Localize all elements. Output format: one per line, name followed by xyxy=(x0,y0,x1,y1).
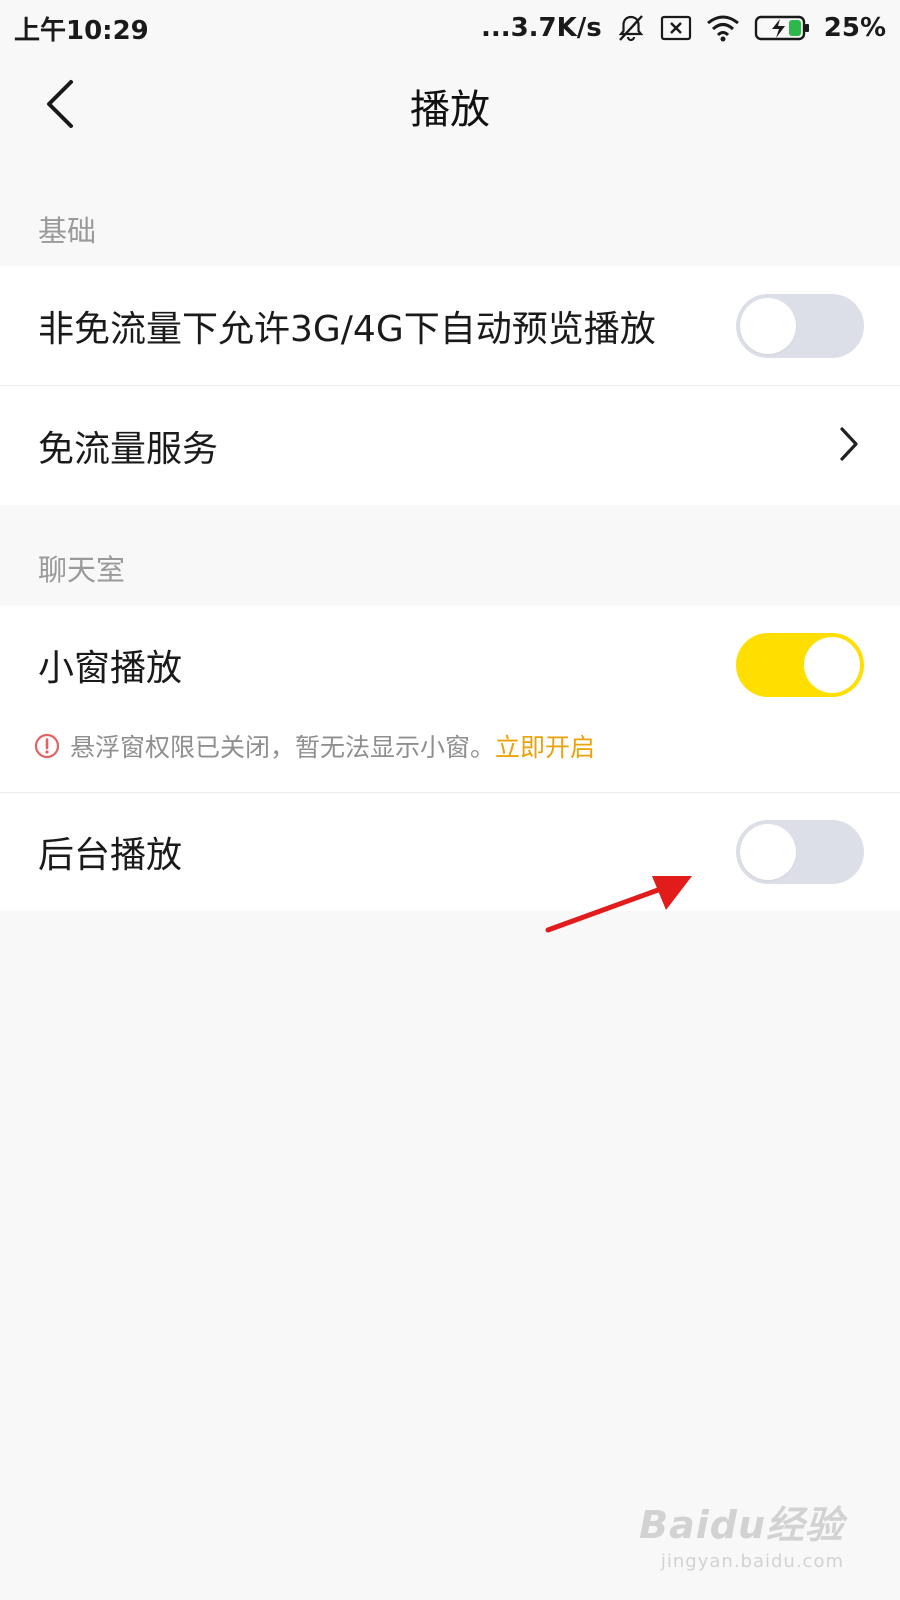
section-label-chatroom: 聊天室 xyxy=(38,553,126,587)
bell-muted-icon xyxy=(616,13,646,43)
battery-charging-icon xyxy=(754,14,810,42)
status-icons: ...3.7K/s 25% xyxy=(481,13,886,43)
toggle-knob xyxy=(804,637,860,693)
sim-off-icon xyxy=(660,15,692,41)
setting-label-free-data-service: 免流量服务 xyxy=(38,428,219,470)
setting-row-free-data-service[interactable]: 免流量服务 xyxy=(0,386,900,505)
setting-label-auto-preview: 非免流量下允许3G/4G下自动预览播放 xyxy=(38,308,656,350)
setting-label-small-window: 小窗播放 xyxy=(38,648,183,689)
background-play-toggle[interactable] xyxy=(736,820,864,884)
watermark-logo: Baidu经验 xyxy=(639,1503,844,1547)
setting-label-background-play: 后台播放 xyxy=(38,835,183,876)
battery-percent: 25% xyxy=(823,13,886,43)
small-window-toggle[interactable] xyxy=(736,633,864,697)
back-button[interactable] xyxy=(30,76,90,136)
status-time: 上午10:29 xyxy=(14,15,149,46)
chevron-left-icon xyxy=(43,79,77,133)
auto-preview-toggle[interactable] xyxy=(736,293,864,358)
alert-circle-icon xyxy=(34,733,60,759)
permission-warning: 悬浮窗权限已关闭，暂无法显示小窗。 立即开启 xyxy=(0,724,900,768)
settings-card-basic: 非免流量下允许3G/4G下自动预览播放 免流量服务 xyxy=(0,266,900,505)
status-bar: 上午10:29 ...3.7K/s 25% xyxy=(0,0,900,56)
setting-row-small-window[interactable]: 小窗播放 xyxy=(0,606,900,724)
annotation-arrow-icon xyxy=(545,876,692,933)
setting-row-auto-preview[interactable]: 非免流量下允许3G/4G下自动预览播放 xyxy=(0,266,900,385)
section-label-basic: 基础 xyxy=(38,214,97,248)
warning-text: 悬浮窗权限已关闭，暂无法显示小窗。 xyxy=(70,733,496,762)
enable-permission-link[interactable]: 立即开启 xyxy=(495,728,595,764)
network-speed: ...3.7K/s xyxy=(480,13,602,43)
toggle-knob xyxy=(740,297,796,354)
watermark-url: jingyan.baidu.com xyxy=(660,1551,844,1572)
wifi-icon xyxy=(706,14,740,42)
app-header: 播放 xyxy=(0,56,900,156)
page-title: 播放 xyxy=(410,87,490,133)
chevron-right-icon xyxy=(838,426,860,466)
settings-card-chatroom: 小窗播放 悬浮窗权限已关闭，暂无法显示小窗。 立即开启 后台播放 xyxy=(0,606,900,911)
setting-row-background-play[interactable]: 后台播放 xyxy=(0,793,900,911)
baidu-watermark: Baidu经验 jingyan.baidu.com xyxy=(639,1494,844,1572)
toggle-knob xyxy=(740,824,796,880)
